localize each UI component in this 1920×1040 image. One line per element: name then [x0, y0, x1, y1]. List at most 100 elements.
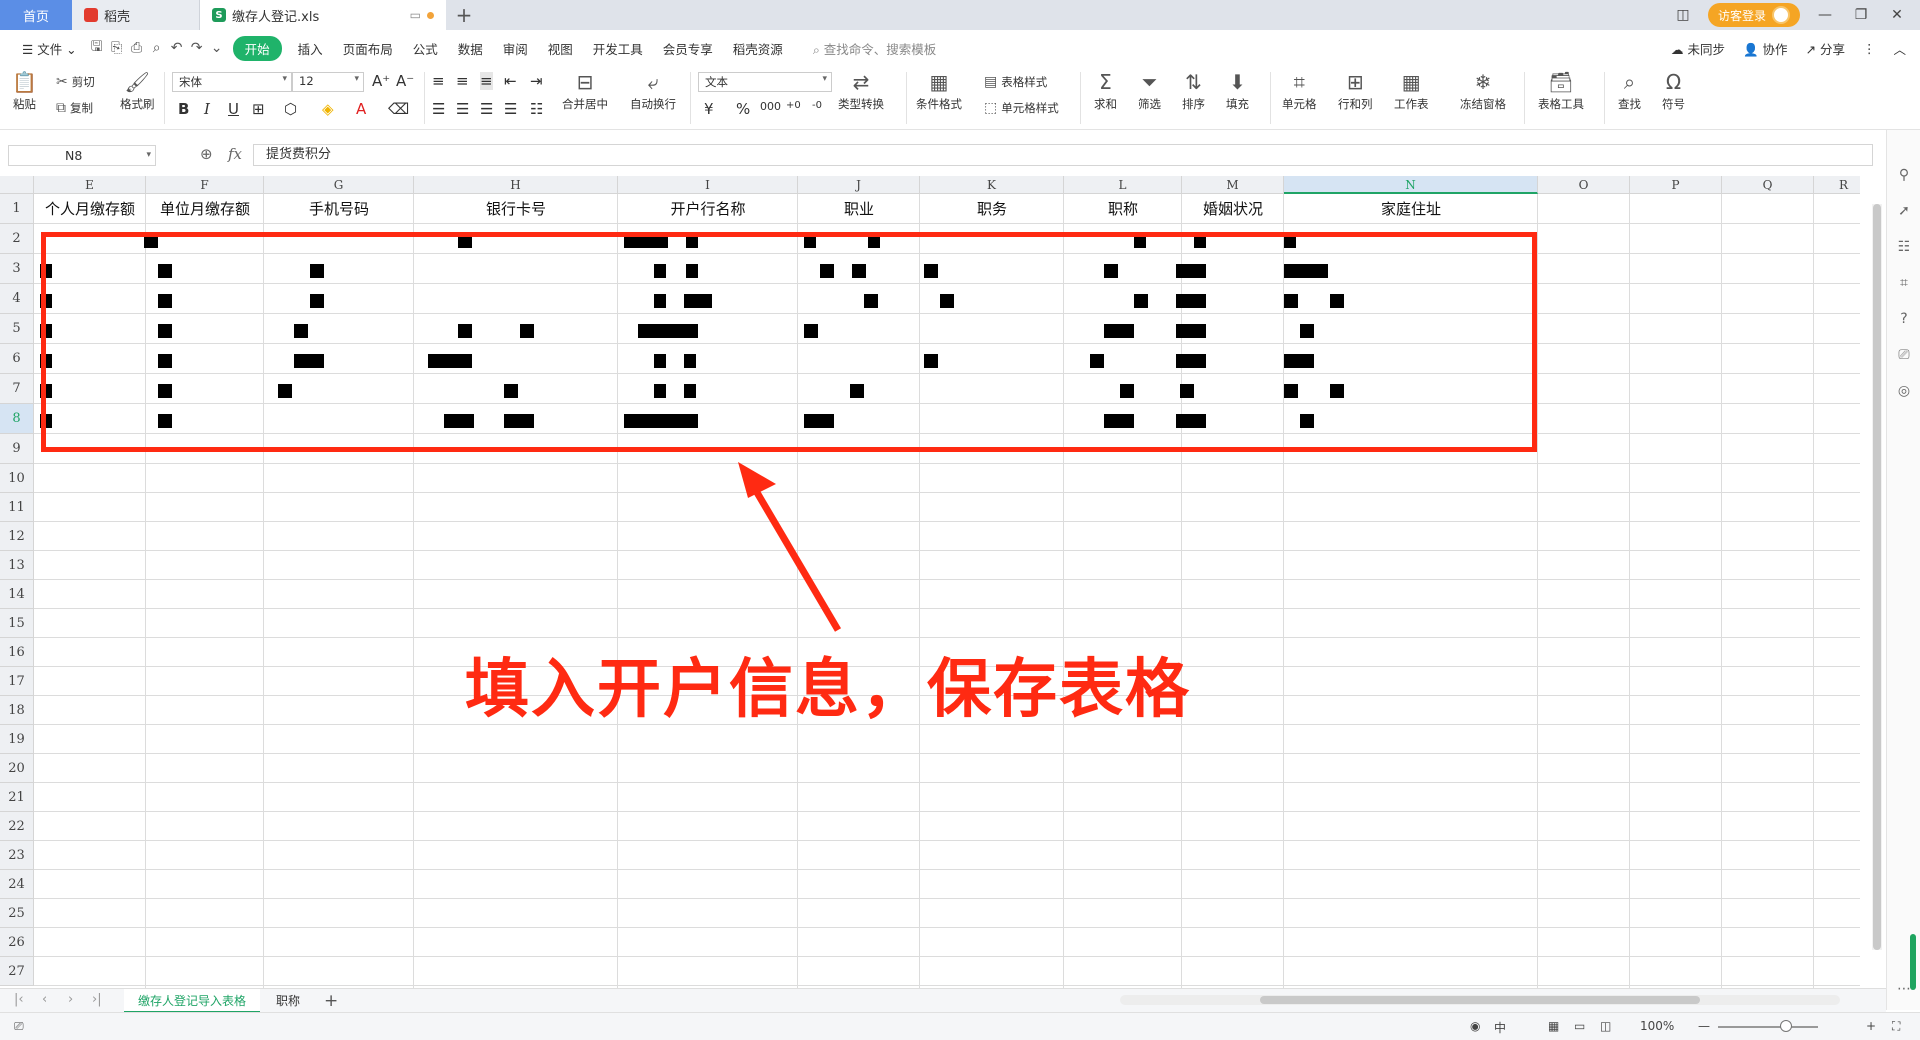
print-preview-icon[interactable]: ⌕: [147, 40, 167, 56]
command-search[interactable]: ⌕ 查找命令、搜索模板: [793, 39, 937, 58]
minimize-icon[interactable]: —: [1814, 7, 1836, 23]
font-size-select[interactable]: 12 ▾: [292, 72, 364, 92]
zoom-level[interactable]: 100%: [1640, 1019, 1674, 1033]
indent-decrease-icon[interactable]: ⇤: [504, 72, 517, 90]
zoom-slider-knob[interactable]: [1780, 1020, 1792, 1032]
menu-member[interactable]: 会员专享: [653, 39, 723, 58]
add-sheet-button[interactable]: +: [318, 989, 344, 1013]
spreadsheet-grid[interactable]: E F G H I J K L M N O P Q R 1 2 3 4 5 6 7 8 9 10 11 12 13 14 15 16 17 1…: [0, 176, 1860, 988]
redo-icon[interactable]: ↷: [187, 40, 207, 56]
sort-button[interactable]: ⇅ 排序: [1182, 68, 1205, 112]
restore-icon[interactable]: ❐: [1850, 7, 1872, 23]
name-box[interactable]: N8 ▾: [8, 145, 156, 166]
fill-color-icon[interactable]: ⬡: [284, 100, 297, 118]
border-icon[interactable]: ⊞: [252, 100, 265, 118]
italic-icon[interactable]: I: [204, 100, 210, 118]
menu-formula[interactable]: 公式: [403, 39, 448, 58]
cell-style-button[interactable]: ⬚ 单元格样式: [984, 100, 1059, 116]
sync-status[interactable]: ☁ 未同步: [1671, 39, 1725, 58]
backup-icon[interactable]: ⎚: [1895, 346, 1913, 364]
page-layout-view-icon[interactable]: ▭: [1574, 1019, 1585, 1033]
function-icon[interactable]: fx: [228, 145, 242, 163]
crop-icon[interactable]: ⌗: [1895, 274, 1913, 292]
formula-input[interactable]: 提货费积分: [253, 144, 1873, 166]
new-tab-button[interactable]: +: [446, 0, 482, 30]
distributed-icon[interactable]: ☷: [530, 100, 543, 118]
input-method[interactable]: 中: [1494, 1019, 1506, 1036]
sheet-tab-import[interactable]: 缴存人登记导入表格: [124, 989, 261, 1013]
horizontal-scrollbar[interactable]: [1120, 995, 1840, 1005]
align-top-icon[interactable]: ≡: [432, 72, 445, 90]
font-color-icon[interactable]: A: [356, 100, 366, 118]
help-icon[interactable]: ?: [1895, 310, 1913, 328]
undo-icon[interactable]: ↶: [167, 40, 187, 56]
menu-review[interactable]: 审阅: [493, 39, 538, 58]
align-center-icon[interactable]: ☰: [456, 100, 469, 118]
menu-start[interactable]: 开始: [232, 35, 282, 61]
zoom-formula-icon[interactable]: ⊕: [200, 145, 213, 163]
layout-icon[interactable]: ◫: [1672, 7, 1694, 23]
indent-increase-icon[interactable]: ⇥: [530, 72, 543, 90]
zoom-slider[interactable]: [1718, 1026, 1818, 1028]
thousands-icon[interactable]: 000: [760, 100, 781, 113]
align-bottom-icon[interactable]: ≡: [480, 72, 493, 90]
tab-daoke[interactable]: 稻壳: [72, 0, 200, 30]
last-sheet-icon[interactable]: ›|: [92, 992, 102, 1007]
settings-sliders-icon[interactable]: ☷: [1895, 238, 1913, 256]
align-right-icon[interactable]: ☰: [480, 100, 493, 118]
wrap-text-button[interactable]: ⤶ 自动换行: [630, 68, 676, 112]
filter-button[interactable]: ⏷ 筛选: [1138, 68, 1161, 112]
vertical-scrollbar[interactable]: [1872, 204, 1882, 950]
underline-icon[interactable]: U: [228, 100, 239, 118]
merge-center-button[interactable]: ⊟ 合并居中: [562, 68, 608, 112]
font-name-select[interactable]: 宋体 ▾: [172, 72, 292, 92]
decrease-font-icon[interactable]: A⁻: [396, 72, 414, 90]
align-left-icon[interactable]: ☰: [432, 100, 445, 118]
eye-protection-icon[interactable]: ◉: [1470, 1019, 1480, 1033]
pin-icon[interactable]: ⚲: [1895, 166, 1913, 184]
clear-format-icon[interactable]: ⌫: [388, 100, 409, 118]
macro-icon[interactable]: ⎚: [14, 1019, 24, 1034]
find-button[interactable]: ⌕ 查找: [1618, 68, 1641, 112]
location-icon[interactable]: ◎: [1895, 382, 1913, 400]
more-dots-icon[interactable]: ⋯: [1895, 980, 1913, 998]
print-icon[interactable]: ⎙: [127, 40, 147, 56]
table-style-button[interactable]: ▤ 表格样式: [984, 74, 1047, 90]
menu-daoke-resources[interactable]: 稻壳资源: [723, 39, 793, 58]
justify-icon[interactable]: ☰: [504, 100, 517, 118]
collaborate-button[interactable]: 👤 协作: [1743, 39, 1788, 58]
next-sheet-icon[interactable]: ›: [68, 992, 73, 1007]
file-menu[interactable]: ☰ 文件 ⌄: [12, 39, 87, 58]
paste-button[interactable]: 📋 粘贴: [12, 68, 37, 112]
tab-document[interactable]: S 缴存人登记.xls ▭: [200, 0, 446, 30]
sum-button[interactable]: Σ 求和: [1094, 68, 1117, 112]
share-button[interactable]: ↗ 分享: [1806, 39, 1845, 58]
bold-icon[interactable]: B: [178, 100, 189, 118]
format-painter-button[interactable]: 🖌 格式刷: [120, 68, 155, 112]
conditional-format-button[interactable]: ▦ 条件格式: [916, 68, 962, 112]
highlight-icon[interactable]: ◈: [322, 100, 334, 118]
cell-button[interactable]: ⌗ 单元格: [1282, 68, 1317, 112]
vertical-scroll-thumb[interactable]: [1873, 204, 1881, 950]
tab-home[interactable]: 首页: [0, 0, 72, 30]
table-tools-button[interactable]: 🗃 表格工具: [1538, 68, 1584, 112]
quick-access-more-icon[interactable]: ⌄: [207, 40, 227, 56]
zoom-out-icon[interactable]: —: [1698, 1019, 1710, 1033]
cut-button[interactable]: ✂ 剪切: [56, 74, 95, 90]
align-middle-icon[interactable]: ≡: [456, 72, 469, 90]
fullscreen-icon[interactable]: ⛶: [1892, 1019, 1900, 1034]
prev-sheet-icon[interactable]: ‹: [42, 992, 47, 1007]
menu-insert[interactable]: 插入: [288, 39, 333, 58]
visitor-login-button[interactable]: 访客登录: [1707, 3, 1800, 27]
menu-developer[interactable]: 开发工具: [583, 39, 653, 58]
menu-view[interactable]: 视图: [538, 39, 583, 58]
menu-data[interactable]: 数据: [448, 39, 493, 58]
collapse-ribbon-icon[interactable]: ︿: [1893, 39, 1906, 58]
first-sheet-icon[interactable]: |‹: [14, 992, 24, 1007]
pointer-icon[interactable]: ➚: [1895, 202, 1913, 220]
export-pdf-icon[interactable]: ⎘: [107, 40, 127, 56]
copy-button[interactable]: ⧉ 复制: [56, 100, 93, 116]
freeze-panes-button[interactable]: ❄ 冻结窗格: [1460, 68, 1506, 112]
screen-icon[interactable]: ▭: [410, 8, 421, 22]
save-icon[interactable]: 🖫: [87, 36, 107, 60]
